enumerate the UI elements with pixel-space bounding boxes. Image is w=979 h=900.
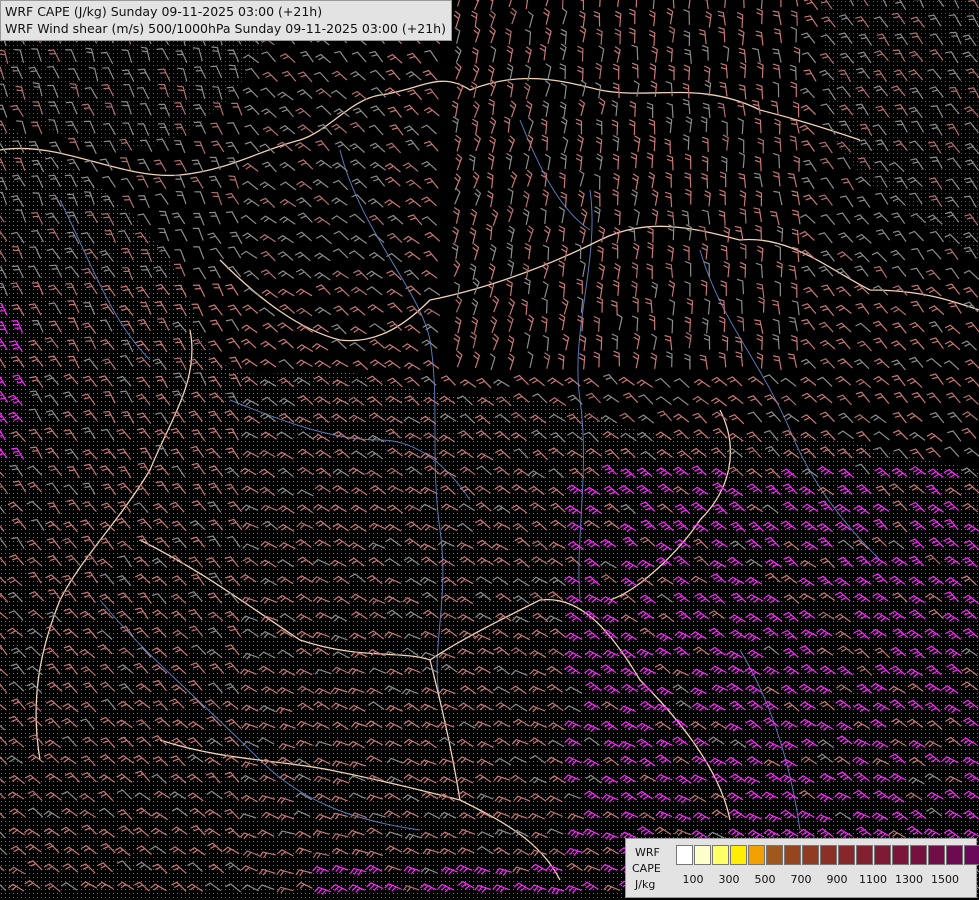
- legend-swatch: [676, 845, 693, 865]
- legend-swatch: [820, 845, 837, 865]
- title-wind-shear: WRF Wind shear (m/s) 500/1000hPa Sunday …: [5, 21, 446, 36]
- legend-swatch: [694, 845, 711, 865]
- legend-tick: 1100: [859, 873, 887, 886]
- legend-tick: 1300: [895, 873, 923, 886]
- legend-tick: 700: [790, 873, 812, 886]
- legend-swatch: [730, 845, 747, 865]
- legend-swatch: [892, 845, 909, 865]
- legend-color-scale: [676, 845, 979, 865]
- title-cape: WRF CAPE (J/kg) Sunday 09-11-2025 03:00 …: [5, 4, 323, 19]
- legend-swatch: [910, 845, 927, 865]
- legend-swatch: [802, 845, 819, 865]
- legend-swatch: [748, 845, 765, 865]
- legend-swatch: [874, 845, 891, 865]
- legend-unit: J/kg: [635, 878, 656, 891]
- legend-swatch: [838, 845, 855, 865]
- legend-swatch: [946, 845, 963, 865]
- map-title: WRF CAPE (J/kg) Sunday 09-11-2025 03:00 …: [0, 0, 452, 41]
- legend-swatch: [964, 845, 979, 865]
- legend-tick: 100: [682, 873, 704, 886]
- legend-tick: 500: [754, 873, 776, 886]
- legend-tick: 1500: [931, 873, 959, 886]
- legend-swatch: [712, 845, 729, 865]
- legend-model: WRF: [635, 846, 660, 859]
- legend-swatch: [928, 845, 945, 865]
- weather-map: [0, 0, 979, 900]
- legend-tick: 300: [718, 873, 740, 886]
- legend-swatch: [856, 845, 873, 865]
- legend-swatch: [784, 845, 801, 865]
- legend-swatch: [766, 845, 783, 865]
- legend-variable: CAPE: [632, 862, 661, 875]
- legend-tick: 900: [826, 873, 848, 886]
- cape-legend: WRF CAPE J/kg 100 300 500 700 900 1100 1300 150…: [625, 838, 979, 898]
